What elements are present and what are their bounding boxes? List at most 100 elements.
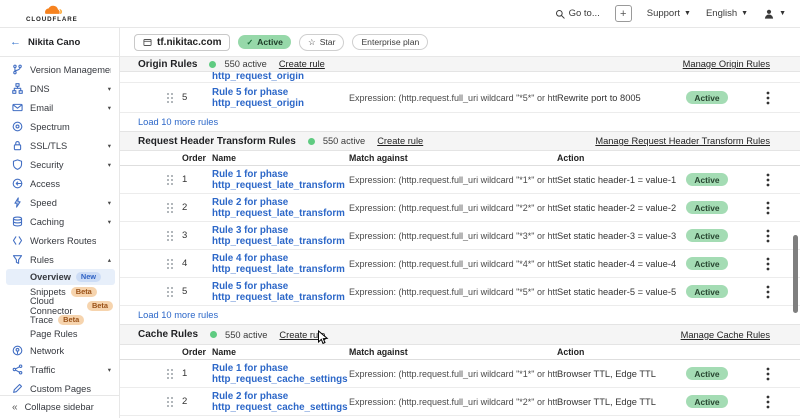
sidebar-item-speed[interactable]: Speed▾ [0, 193, 119, 212]
sidebar-item-security[interactable]: Security▾ [0, 155, 119, 174]
rule-name-link[interactable]: Rule 1 for phasehttp_request_late_transf… [212, 169, 349, 191]
column-action: Action [557, 153, 682, 163]
sidebar-item-email[interactable]: Email▾ [0, 98, 119, 117]
status-badge: Active [686, 395, 727, 408]
column-match: Match against [349, 347, 557, 357]
sidebar-item-rules-trace[interactable]: TraceBeta [0, 313, 119, 327]
status-badge: Active [686, 229, 727, 242]
back-arrow-icon[interactable]: ← [10, 36, 21, 48]
sidebar-item-version-management[interactable]: Version Management [0, 60, 119, 79]
manage-transform-rules-link[interactable]: Manage Request Header Transform Rules [595, 136, 770, 146]
drag-handle-icon[interactable] [166, 368, 174, 380]
kebab-menu[interactable] [766, 229, 770, 243]
rule-match: Expression: (http.request.full_uri wildc… [349, 175, 557, 185]
sidebar-item-network[interactable]: Network [0, 341, 119, 360]
table-row: 2 Rule 2 for phasehttp_request_cache_set… [120, 388, 800, 416]
kebab-menu[interactable] [766, 91, 770, 105]
rule-name-link[interactable]: Rule 1 for phasehttp_request_cache_setti… [212, 363, 349, 385]
chevron-down-icon: ▼ [779, 10, 786, 17]
cloudflare-dashboard: CLOUDFLARE Go to... + Support ▼ English … [0, 0, 800, 418]
database-icon [12, 216, 23, 227]
rule-name-link[interactable]: Rule 5 for phasehttp_request_origin [212, 87, 349, 109]
add-site-button[interactable]: + [615, 5, 632, 22]
zone-status-badge: ✓ Active [238, 35, 291, 49]
kebab-menu[interactable] [766, 201, 770, 215]
language-menu[interactable]: English ▼ [706, 8, 748, 19]
table-row: 1 Rule 1 for phasehttp_request_cache_set… [120, 360, 800, 388]
kebab-menu[interactable] [766, 285, 770, 299]
sidebar-item-spectrum[interactable]: Spectrum [0, 117, 119, 136]
rule-name-link[interactable]: Rule 3 for phasehttp_request_late_transf… [212, 225, 349, 247]
top-bar: CLOUDFLARE Go to... + Support ▼ English … [0, 0, 800, 28]
create-rule-link[interactable]: Create rule [377, 136, 423, 146]
rule-action: Set static header-5 = value-5 [557, 287, 682, 297]
kebab-menu[interactable] [766, 173, 770, 187]
new-badge: New [76, 272, 101, 283]
table-row-clipped: http_request_origin [120, 72, 800, 83]
cloudflare-logo[interactable]: CLOUDFLARE [26, 4, 78, 23]
globe-icon [12, 345, 23, 356]
rule-name-link[interactable]: http_request_origin [212, 72, 304, 82]
rule-name-link[interactable]: Rule 2 for phasehttp_request_cache_setti… [212, 391, 349, 413]
zone-header: tf.nikitac.com ✓ Active ☆ Star Enterpris… [120, 28, 800, 57]
sidebar-item-custom-pages[interactable]: Custom Pages [0, 379, 119, 395]
create-rule-link[interactable]: Create rule [279, 330, 325, 340]
rule-match: Expression: (http.request.full_uri wildc… [349, 203, 557, 213]
sidebar-item-ssl-tls[interactable]: SSL/TLS▾ [0, 136, 119, 155]
chevron-up-icon: ▴ [108, 256, 111, 264]
sidebar-item-access[interactable]: Access [0, 174, 119, 193]
active-count: 550 active [323, 136, 365, 146]
create-rule-link[interactable]: Create rule [279, 59, 325, 69]
rule-name-link[interactable]: Rule 2 for phasehttp_request_late_transf… [212, 197, 349, 219]
rule-name-link[interactable]: Rule 5 for phasehttp_request_late_transf… [212, 281, 349, 303]
rule-action: Set static header-3 = value-3 [557, 231, 682, 241]
drag-handle-icon[interactable] [166, 92, 174, 104]
rule-order: 5 [182, 92, 212, 103]
account-menu[interactable]: ▼ [763, 8, 786, 20]
sidebar-item-traffic[interactable]: Traffic▾ [0, 360, 119, 379]
manage-cache-rules-link[interactable]: Manage Cache Rules [681, 330, 770, 340]
drag-handle-icon[interactable] [166, 174, 174, 186]
vertical-scrollbar[interactable] [793, 235, 798, 313]
kebab-menu[interactable] [766, 257, 770, 271]
sidebar-item-dns[interactable]: DNS▾ [0, 79, 119, 98]
rule-order: 3 [182, 230, 212, 241]
sidebar-item-workers-routes[interactable]: Workers Routes [0, 231, 119, 250]
kebab-menu[interactable] [766, 367, 770, 381]
drag-handle-icon[interactable] [166, 258, 174, 270]
sidebar-item-rules-overview[interactable]: OverviewNew [6, 269, 115, 285]
collapse-sidebar-button[interactable]: « Collapse sidebar [0, 395, 119, 418]
status-badge: Active [686, 367, 727, 380]
sidebar-nav: Version Management DNS▾ Email▾ Spectrum … [0, 57, 119, 395]
section-title: Request Header Transform Rules [138, 136, 296, 147]
drag-handle-icon[interactable] [166, 286, 174, 298]
drag-handle-icon[interactable] [166, 202, 174, 214]
workers-icon [12, 235, 23, 246]
load-more-origin-rules[interactable]: Load 10 more rules [120, 113, 800, 131]
load-more-transform-rules[interactable]: Load 10 more rules [120, 306, 800, 324]
collapse-icon: « [12, 402, 18, 413]
rule-match: Expression: (http.request.full_uri wildc… [349, 231, 557, 241]
rule-match: Expression: (http.request.full_uri wildc… [349, 287, 557, 297]
sidebar-item-caching[interactable]: Caching▾ [0, 212, 119, 231]
rule-action: Browser TTL, Edge TTL [557, 369, 682, 379]
window-icon [143, 38, 152, 47]
global-search[interactable]: Go to... [555, 8, 600, 19]
drag-handle-icon[interactable] [166, 396, 174, 408]
star-button[interactable]: ☆ Star [299, 34, 344, 51]
account-breadcrumb[interactable]: ← Nikita Cano [0, 28, 119, 57]
kebab-menu[interactable] [766, 395, 770, 409]
drag-handle-icon[interactable] [166, 230, 174, 242]
domain-selector[interactable]: tf.nikitac.com [134, 34, 230, 51]
support-menu[interactable]: Support ▼ [647, 8, 691, 19]
sidebar-item-rules[interactable]: Rules▴ [0, 250, 119, 269]
transform-rules-header: Request Header Transform Rules 550 activ… [120, 131, 800, 151]
active-dot-icon [308, 138, 315, 145]
manage-origin-rules-link[interactable]: Manage Origin Rules [683, 59, 770, 69]
status-badge: Active [686, 257, 727, 270]
rule-name-link[interactable]: Rule 4 for phasehttp_request_late_transf… [212, 253, 349, 275]
sidebar-item-rules-cloud-connector[interactable]: Cloud ConnectorBeta [0, 299, 119, 313]
cache-rules-header: Cache Rules 550 active Create rule Manag… [120, 324, 800, 345]
sidebar-item-rules-page-rules[interactable]: Page Rules [0, 327, 119, 341]
rule-match: Expression: (http.request.full_uri wildc… [349, 259, 557, 269]
